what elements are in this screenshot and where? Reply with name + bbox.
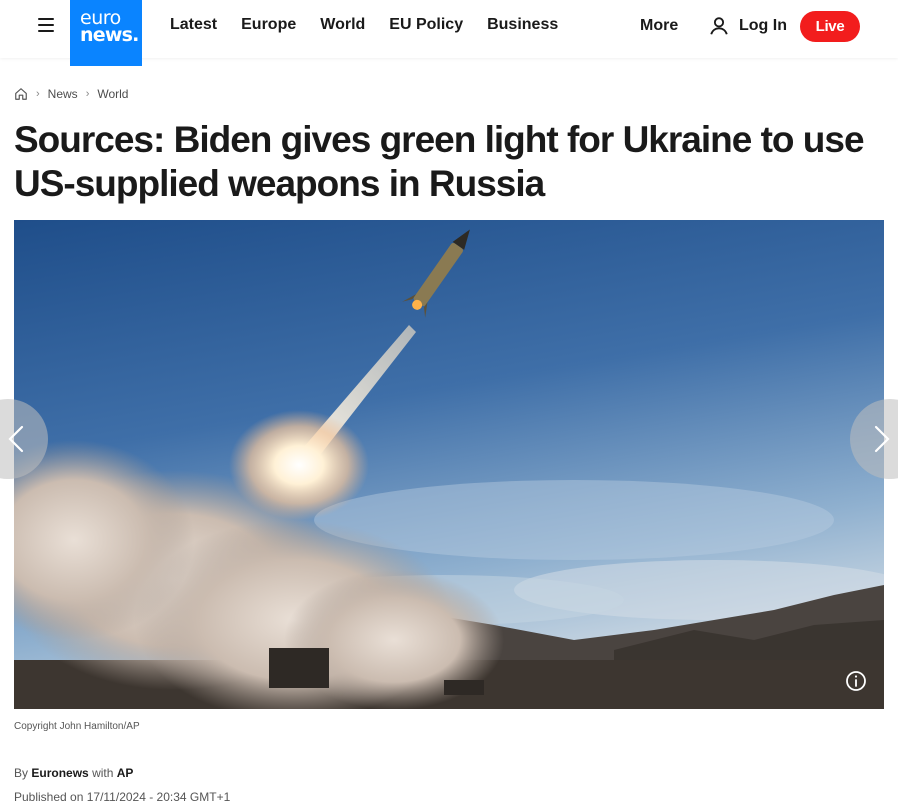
byline-with: with — [92, 766, 114, 780]
nav-item-eu-policy[interactable]: EU Policy — [389, 16, 463, 34]
more-menu-button[interactable]: More — [640, 17, 678, 35]
article-title: Sources: Biden gives green light for Ukr… — [14, 119, 865, 204]
nav-item-latest[interactable]: Latest — [170, 16, 217, 34]
breadcrumb: › News › World — [14, 87, 128, 101]
missile-launch-photo — [14, 220, 884, 709]
hamburger-icon-bar — [38, 24, 54, 26]
login-button[interactable]: Log In — [708, 14, 787, 38]
nav-item-business[interactable]: Business — [487, 16, 558, 34]
breadcrumb-item-news[interactable]: News — [48, 87, 78, 101]
hamburger-menu-button[interactable] — [30, 17, 62, 37]
image-copyright: Copyright John Hamilton/AP — [14, 721, 140, 732]
chevron-right-icon — [874, 425, 890, 453]
article-byline: By Euronews with AP — [14, 766, 133, 780]
hamburger-icon-bar — [38, 18, 54, 20]
article-hero-image[interactable] — [14, 220, 884, 709]
user-icon — [710, 17, 728, 35]
home-icon[interactable] — [14, 87, 28, 101]
breadcrumb-separator-icon: › — [85, 88, 90, 100]
breadcrumb-item-world[interactable]: World — [97, 87, 128, 101]
byline-agency[interactable]: AP — [117, 766, 134, 780]
byline-author[interactable]: Euronews — [31, 766, 88, 780]
info-icon — [846, 671, 866, 691]
hamburger-icon-bar — [38, 30, 54, 32]
logo-line-2: news. — [80, 24, 139, 46]
chevron-left-icon — [8, 425, 24, 453]
image-info-button[interactable] — [845, 670, 867, 692]
nav-item-europe[interactable]: Europe — [241, 16, 296, 34]
breadcrumb-separator-icon: › — [36, 88, 40, 100]
login-label: Log In — [739, 17, 787, 34]
published-date: Published on 17/11/2024 - 20:34 GMT+1 — [14, 790, 231, 804]
nav-item-world[interactable]: World — [320, 16, 365, 34]
main-nav: Latest Europe World EU Policy Business — [170, 16, 582, 34]
live-button[interactable]: Live — [800, 11, 860, 42]
byline-prefix: By — [14, 766, 29, 780]
euronews-logo[interactable]: euro news. — [70, 0, 142, 66]
